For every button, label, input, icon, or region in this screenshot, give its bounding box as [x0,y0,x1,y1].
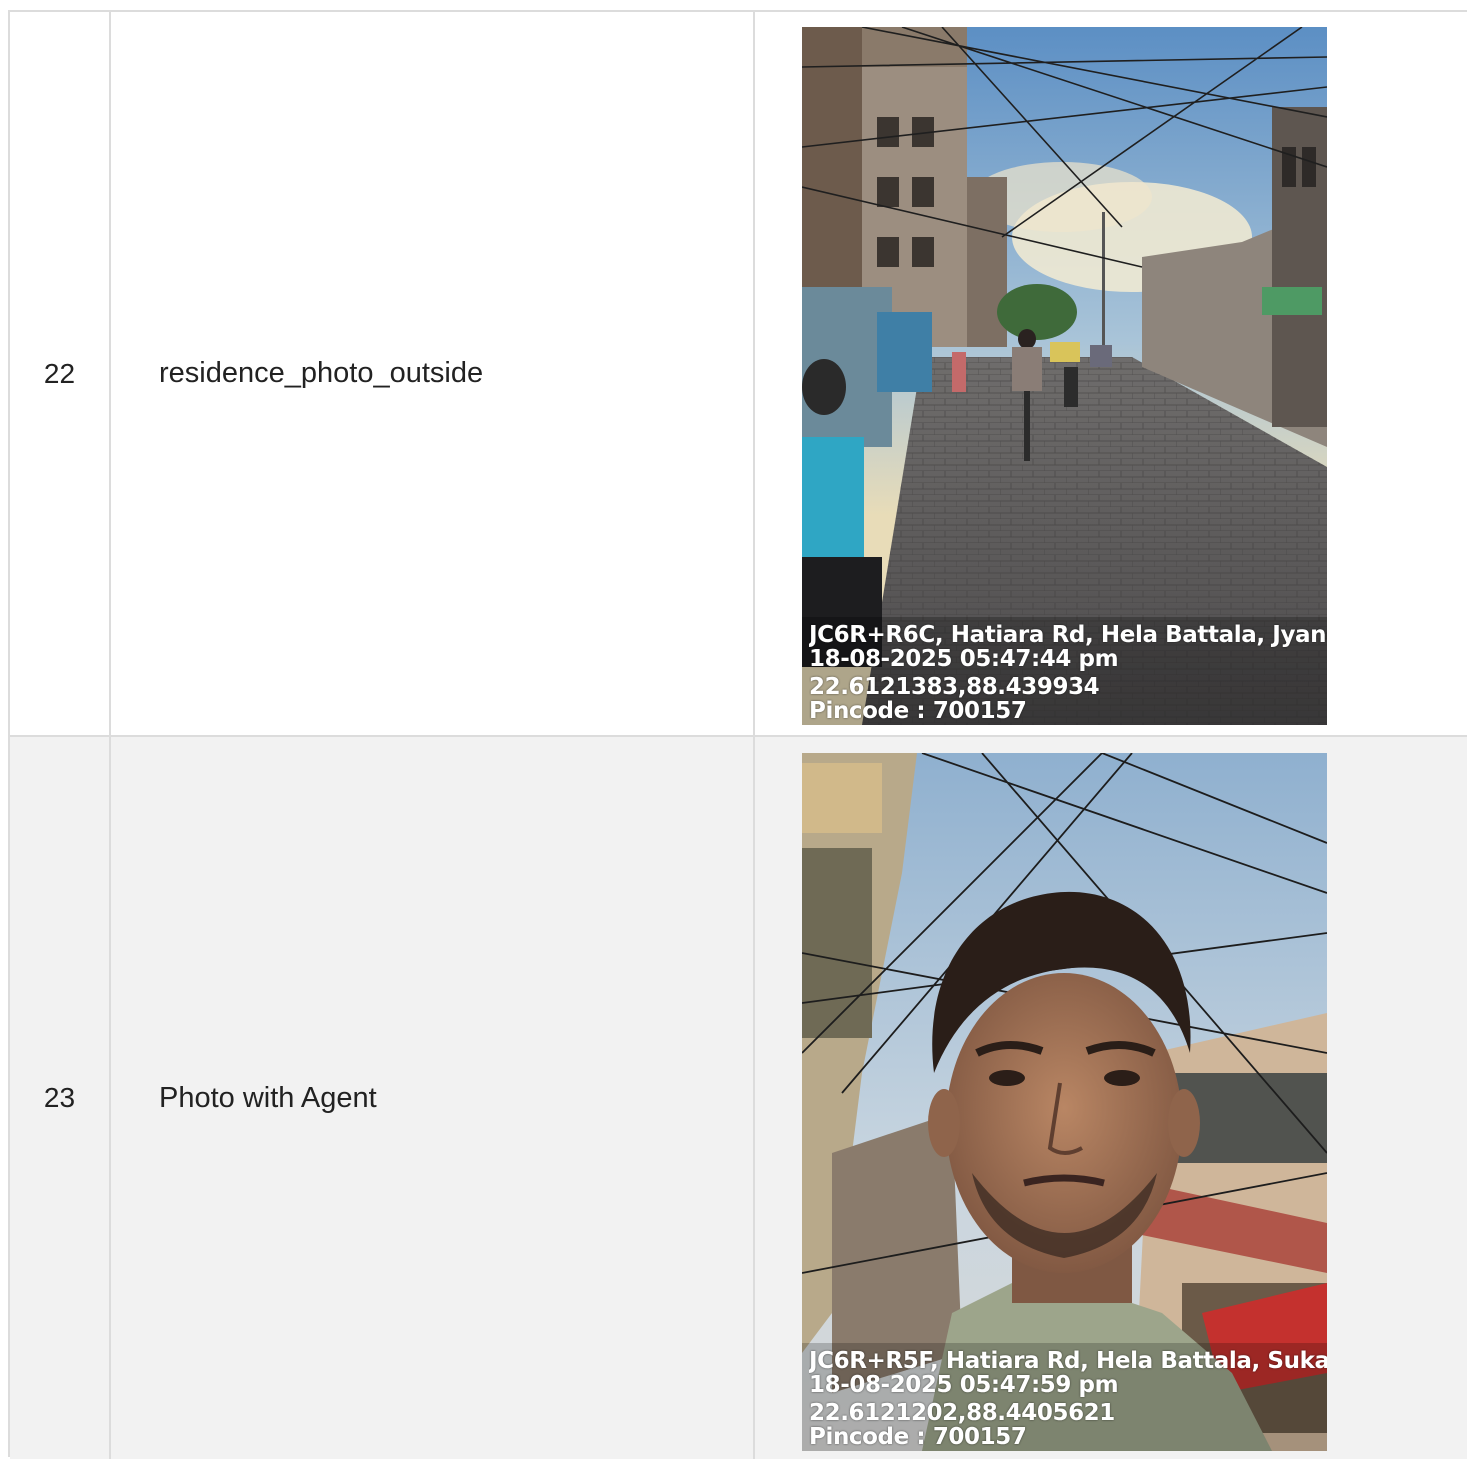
residence-outside-photo[interactable]: JC6R+R6C, Hatiara Rd, Hela Battala, Jyan… [802,27,1327,725]
stamp-address: JC6R+R5F, Hatiara Rd, Hela Battala, Suka… [809,1349,1327,1374]
table-row: 23 Photo with Agent JC6R+R5F, Hatiara Rd… [10,737,1467,1459]
row-label-text: residence_photo_outside [159,357,484,389]
row-index-text: 23 [43,1082,76,1113]
stamp-pincode: Pincode : 700157 [809,698,1027,723]
stamp-address: JC6R+R6C, Hatiara Rd, Hela Battala, Jyan… [809,623,1327,648]
geo-stamp: JC6R+R5F, Hatiara Rd, Hela Battala, Suka… [809,1349,1327,1449]
row-index: 23 [10,737,111,1459]
stamp-datetime: 18-08-2025 05:47:59 pm [809,1372,1119,1398]
street-scene-image [802,27,1327,725]
row-label-text: Photo with Agent [159,1081,377,1114]
photo-table: 22 residence_photo_outside JC6R+R6C, Hat… [8,10,1467,1459]
row-label: residence_photo_outside [111,12,755,735]
table-row: 22 residence_photo_outside JC6R+R6C, Hat… [10,12,1467,737]
geo-stamp: JC6R+R6C, Hatiara Rd, Hela Battala, Jyan… [809,623,1327,723]
row-index-text: 22 [43,357,76,389]
row-label: Photo with Agent [111,737,755,1459]
row-photo-cell: JC6R+R6C, Hatiara Rd, Hela Battala, Jyan… [755,12,1467,735]
row-photo-cell: JC6R+R5F, Hatiara Rd, Hela Battala, Suka… [755,737,1467,1459]
stamp-pincode: Pincode : 700157 [809,1424,1027,1449]
stamp-coords: 22.6121202,88.4405621 [809,1400,1115,1426]
agent-selfie-image [802,753,1327,1451]
stamp-datetime: 18-08-2025 05:47:44 pm [809,646,1119,672]
row-index: 22 [10,12,111,735]
stamp-coords: 22.6121383,88.439934 [809,674,1100,700]
agent-selfie-photo[interactable]: JC6R+R5F, Hatiara Rd, Hela Battala, Suka… [802,753,1327,1451]
